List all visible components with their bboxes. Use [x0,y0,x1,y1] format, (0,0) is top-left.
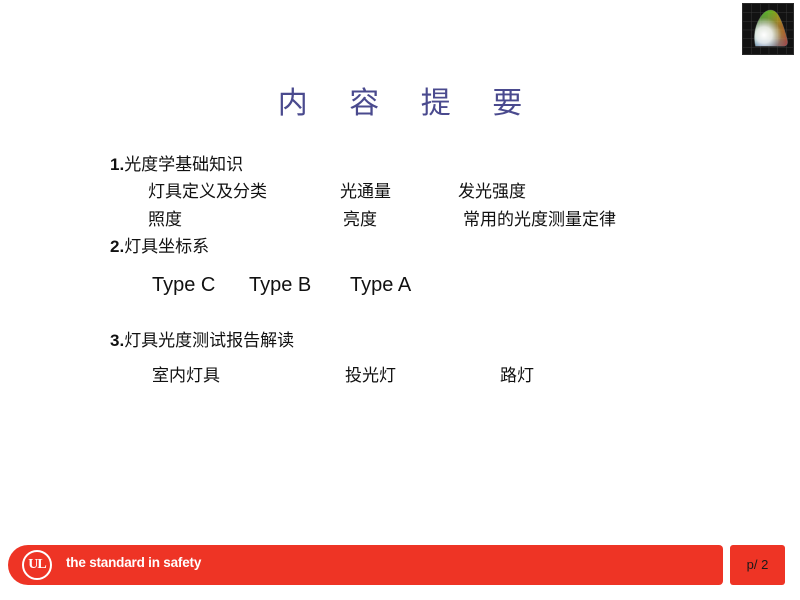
section-1-number: 1. [110,155,125,174]
section-1-row-2-cell-3: 常用的光度测量定律 [463,210,616,230]
section-1-row-2-cell-1: 照度 [148,210,182,230]
type-c-label: Type C [152,274,216,296]
section-1-row-2: 照度 亮度 常用的光度测量定律 [0,206,800,234]
ul-logo-label: UL [28,557,46,572]
outline-section-3: 3.灯具光度测试报告解读 室内灯具 投光灯 路灯 [0,328,800,390]
section-1-row-1-cell-2: 光通量 [340,182,391,202]
cie-chromaticity-diagram-icon [742,3,794,55]
footer-tagline: the standard in safety [66,555,202,570]
outline-section-1: 1.光度学基础知识 灯具定义及分类 光通量 发光强度 照度 亮度 常用的光度测量… [0,152,800,234]
spacer-between-sections [0,302,800,328]
page-title: 内 容 提 要 [277,86,539,121]
section-2-number: 2. [110,237,125,256]
section-3-row-1-cell-3: 路灯 [500,366,534,386]
outline-content: 1.光度学基础知识 灯具定义及分类 光通量 发光强度 照度 亮度 常用的光度测量… [0,152,800,390]
section-1-label: 光度学基础知识 [124,155,244,175]
section-3-label: 灯具光度测试报告解读 [124,331,295,351]
section-1-row-1-cell-3: 发光强度 [458,182,526,202]
outline-section-2: 2.灯具坐标系 Type C Type B Type A [0,234,800,302]
section-2-heading: 2.灯具坐标系 [110,234,800,260]
page-number-label: p/ 2 [746,557,769,572]
section-3-row-1: 室内灯具 投光灯 路灯 [0,362,800,390]
section-1-row-2-cell-2: 亮度 [343,210,377,230]
type-a-label: Type A [350,274,412,296]
section-2-type-row: Type C Type B Type A [0,268,800,302]
section-3-row-1-cell-1: 室内灯具 [152,366,220,386]
ul-logo-icon: UL [22,550,52,580]
spacer-after-section-2-heading [0,260,800,268]
section-3-row-1-cell-2: 投光灯 [345,366,396,386]
footer-bar: UL the standard in safety [8,545,723,585]
section-3-number: 3. [110,331,125,350]
page-number-badge: p/ 2 [730,545,785,585]
section-2-label: 灯具坐标系 [124,237,210,257]
type-b-label: Type B [249,274,312,296]
section-1-row-1: 灯具定义及分类 光通量 发光强度 [0,178,800,206]
section-1-heading: 1.光度学基础知识 [110,152,800,178]
section-3-heading: 3.灯具光度测试报告解读 [110,328,800,354]
section-1-row-1-cell-1: 灯具定义及分类 [148,182,267,202]
spacer-after-section-3-heading [0,354,800,362]
